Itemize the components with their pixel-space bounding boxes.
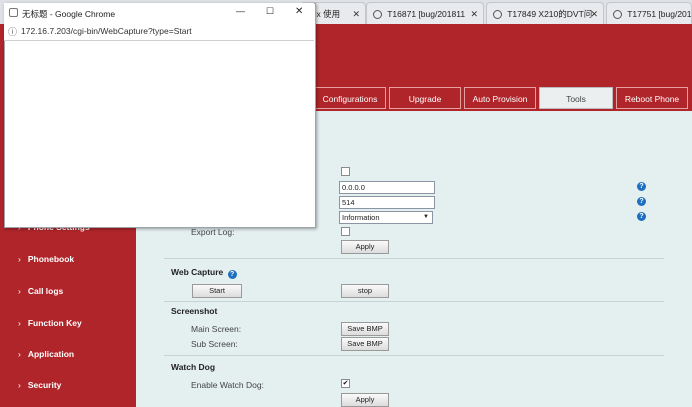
sub-screen-label: Sub Screen: [191, 339, 238, 349]
browser-tab[interactable]: T17849 X210的DVT问 ✕ [486, 2, 604, 24]
web-capture-title: Web Capture ? [171, 267, 237, 279]
watch-dog-title: Watch Dog [171, 362, 216, 372]
apply-button[interactable]: Apply [341, 240, 389, 254]
save-sub-bmp-button[interactable]: Save BMP [341, 337, 389, 351]
divider [164, 301, 664, 302]
syslog-enable-checkbox[interactable] [341, 167, 350, 176]
tab-configurations[interactable]: Configurations [314, 87, 386, 109]
chevron-right-icon: › [18, 318, 21, 328]
tab-auto-provision[interactable]: Auto Provision [464, 87, 536, 109]
info-icon[interactable]: ⓘ [8, 25, 17, 38]
help-icon[interactable]: ? [637, 182, 646, 191]
sidebar-item-call-logs[interactable]: › Call logs [18, 286, 63, 296]
export-log-checkbox[interactable] [341, 227, 350, 236]
sidebar-item-label: Phonebook [27, 254, 75, 264]
chevron-right-icon: › [18, 349, 21, 359]
sidebar-item-function-key[interactable]: › Function Key [18, 318, 82, 328]
popup-title: 无标题 - Google Chrome [22, 9, 116, 19]
tab-upgrade[interactable]: Upgrade [389, 87, 461, 109]
main-screen-label: Main Screen: [191, 324, 242, 334]
syslog-port-input[interactable]: 514 [339, 196, 435, 209]
close-icon[interactable]: ✕ [470, 3, 478, 24]
sidebar-item-label: Call logs [27, 286, 64, 296]
sidebar-item-label: Function Key [27, 318, 82, 328]
popup-url[interactable]: 172.16.7.203/cgi-bin/WebCapture?type=Sta… [21, 26, 192, 36]
divider [164, 355, 664, 356]
sidebar-item-security[interactable]: › Security [18, 380, 61, 390]
enable-watch-dog-label: Enable Watch Dog: [191, 380, 264, 390]
close-icon[interactable]: ✕ [295, 6, 303, 17]
chevron-right-icon: › [18, 286, 21, 296]
globe-icon [493, 10, 502, 19]
divider [164, 258, 664, 259]
tab-tools[interactable]: Tools [539, 87, 613, 109]
tab-title: T17751 [bug/201 [627, 9, 692, 19]
page-icon [9, 8, 18, 17]
popup-title-bar: 无标题 - Google Chrome — ☐ ✕ [4, 3, 314, 22]
section-title: Web Capture [171, 267, 224, 277]
browser-tab[interactable]: T16871 [bug/201811 ✕ [366, 2, 484, 24]
tab-reboot-phone[interactable]: Reboot Phone [616, 87, 688, 109]
maximize-icon[interactable]: ☐ [266, 6, 274, 17]
save-main-bmp-button[interactable]: Save BMP [341, 322, 389, 336]
minimize-icon[interactable]: — [236, 6, 245, 16]
chevron-right-icon: › [18, 380, 21, 390]
browser-tab[interactable]: T17751 [bug/201 [606, 2, 692, 24]
help-icon[interactable]: ? [637, 197, 646, 206]
syslog-level-select[interactable]: Information ▼ [339, 211, 433, 224]
help-icon[interactable]: ? [227, 270, 237, 279]
close-icon[interactable]: ✕ [590, 3, 598, 24]
select-value: Information [342, 213, 380, 222]
popup-address-bar[interactable]: ⓘ 172.16.7.203/cgi-bin/WebCapture?type=S… [4, 22, 314, 41]
sidebar-item-label: Application [27, 349, 75, 359]
enable-watch-dog-checkbox[interactable]: ✔ [341, 379, 350, 388]
close-icon[interactable]: ✕ [352, 3, 360, 24]
export-log-label: Export Log: [191, 227, 235, 237]
syslog-server-input[interactable]: 0.0.0.0 [339, 181, 435, 194]
stop-capture-button[interactable]: stop [341, 284, 389, 298]
sidebar-item-application[interactable]: › Application [18, 349, 74, 359]
sidebar-item-label: Security [27, 380, 62, 390]
tab-title: T17849 X210的DVT问 [507, 9, 593, 19]
chevron-down-icon: ▼ [423, 214, 429, 220]
chevron-right-icon: › [18, 254, 21, 264]
globe-icon [613, 10, 622, 19]
sidebar-item-phonebook[interactable]: › Phonebook [18, 254, 74, 264]
help-icon[interactable]: ? [637, 212, 646, 221]
start-capture-button[interactable]: Start [192, 284, 242, 298]
screenshot-title: Screenshot [171, 306, 218, 316]
globe-icon [373, 10, 382, 19]
watch-dog-apply-button[interactable]: Apply [341, 393, 389, 407]
tab-title: T16871 [bug/201811 [387, 9, 466, 19]
